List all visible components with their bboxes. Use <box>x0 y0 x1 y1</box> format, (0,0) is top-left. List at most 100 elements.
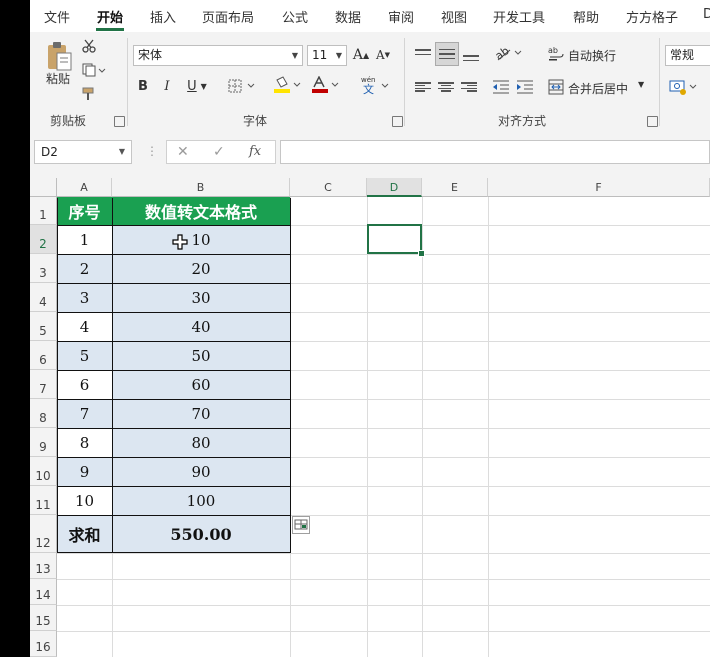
row-header[interactable]: 5 <box>30 312 57 341</box>
row-header[interactable]: 4 <box>30 283 57 312</box>
row-header[interactable]: 14 <box>30 579 57 605</box>
column-header-e[interactable]: E <box>422 178 488 197</box>
merge-center-icon-box[interactable] <box>547 78 565 96</box>
value-cell[interactable]: 100 <box>112 486 290 515</box>
fill-handle[interactable] <box>418 250 425 257</box>
bottom-align-button[interactable] <box>460 44 482 66</box>
value-cell[interactable]: 40 <box>112 312 290 341</box>
seq-cell[interactable]: 8 <box>57 428 112 457</box>
row-header[interactable]: 16 <box>30 631 57 657</box>
seq-cell[interactable]: 5 <box>57 341 112 370</box>
column-header-d[interactable]: D <box>367 178 422 197</box>
sum-value-cell[interactable]: 550.00 <box>112 515 290 553</box>
seq-cell[interactable]: 10 <box>57 486 112 515</box>
tab-data[interactable]: 数据 <box>335 7 361 26</box>
row-header[interactable]: 9 <box>30 428 57 457</box>
wrap-text-icon-box[interactable]: ab <box>548 44 564 62</box>
cancel-icon[interactable]: ✕ <box>177 141 189 163</box>
font-name-select[interactable]: 宋体 ▼ <box>133 45 303 66</box>
value-cell[interactable]: 90 <box>112 457 290 486</box>
value-cell[interactable]: 20 <box>112 254 290 283</box>
insert-function-icon[interactable]: fx <box>249 141 261 163</box>
format-painter-button[interactable] <box>80 85 98 103</box>
tab-page-layout[interactable]: 页面布局 <box>202 7 254 26</box>
row-header[interactable]: 11 <box>30 486 57 515</box>
formula-input[interactable] <box>280 140 710 164</box>
tab-insert[interactable]: 插入 <box>150 7 176 26</box>
accounting-format-button[interactable] <box>667 76 701 98</box>
seq-cell[interactable]: 2 <box>57 254 112 283</box>
seq-cell[interactable]: 6 <box>57 370 112 399</box>
value-cell[interactable]: 50 <box>112 341 290 370</box>
value-cell[interactable]: 30 <box>112 283 290 312</box>
row-header[interactable]: 12 <box>30 515 57 553</box>
phonetic-guide-button[interactable]: wén 文 <box>358 74 392 96</box>
font-size-select[interactable]: 11 ▼ <box>307 45 347 66</box>
value-cell[interactable]: 70 <box>112 399 290 428</box>
seq-cell[interactable]: 9 <box>57 457 112 486</box>
value-cell[interactable]: 10 <box>112 225 290 254</box>
middle-align-button[interactable] <box>435 42 459 66</box>
row-header[interactable]: 13 <box>30 553 57 579</box>
header-cell-value[interactable]: 数值转文本格式 <box>112 197 290 225</box>
row-header[interactable]: 10 <box>30 457 57 486</box>
tab-help[interactable]: 帮助 <box>573 7 599 26</box>
font-launcher-icon[interactable]: . <box>392 116 403 127</box>
drag-handle-icon[interactable]: ⋮ <box>146 144 158 158</box>
row-header[interactable]: 15 <box>30 605 57 631</box>
seq-cell[interactable]: 4 <box>57 312 112 341</box>
align-center-button[interactable] <box>435 76 457 98</box>
value-cell[interactable]: 80 <box>112 428 290 457</box>
column-header-a[interactable]: A <box>57 178 112 197</box>
tab-view[interactable]: 视图 <box>441 7 467 26</box>
clipboard-launcher-icon[interactable]: . <box>114 116 125 127</box>
fill-color-button[interactable] <box>272 74 304 96</box>
merge-center-label[interactable]: 合并后居中 <box>568 80 628 97</box>
column-header-c[interactable]: C <box>290 178 367 197</box>
value-cell[interactable]: 60 <box>112 370 290 399</box>
tab-formulas[interactable]: 公式 <box>282 7 308 26</box>
cut-button[interactable] <box>80 37 98 55</box>
tab-home[interactable]: 开始 <box>97 7 123 26</box>
copy-button[interactable] <box>80 61 108 79</box>
tab-review[interactable]: 审阅 <box>388 7 414 26</box>
row-header[interactable]: 7 <box>30 370 57 399</box>
grow-font-button[interactable]: A ▲ <box>352 45 370 65</box>
sum-label-cell[interactable]: 求和 <box>57 515 112 553</box>
align-right-button[interactable] <box>458 76 480 98</box>
font-color-button[interactable] <box>310 74 342 96</box>
tab-more[interactable]: D <box>703 7 710 22</box>
row-header[interactable]: 8 <box>30 399 57 428</box>
active-cell-d2[interactable] <box>367 224 422 254</box>
number-format-select[interactable]: 常规 <box>665 45 710 66</box>
enter-icon[interactable]: ✓ <box>213 141 225 163</box>
paste-button[interactable] <box>44 38 74 74</box>
shrink-font-button[interactable]: A ▼ <box>374 45 392 65</box>
border-button[interactable] <box>226 76 260 96</box>
tab-file[interactable]: 文件 <box>44 7 70 26</box>
column-header-b[interactable]: B <box>112 178 290 197</box>
alignment-launcher-icon[interactable]: . <box>647 116 658 127</box>
row-header[interactable]: 3 <box>30 254 57 283</box>
chevron-down-icon[interactable]: ▼ <box>638 80 644 89</box>
seq-cell[interactable]: 1 <box>57 225 112 254</box>
name-box[interactable]: D2 ▼ <box>34 140 132 164</box>
bold-button[interactable]: B <box>134 76 152 96</box>
align-left-button[interactable] <box>412 76 434 98</box>
wrap-text-label[interactable]: 自动换行 <box>568 47 616 64</box>
tab-developer[interactable]: 开发工具 <box>493 7 545 26</box>
increase-indent-button[interactable] <box>514 76 536 98</box>
row-header[interactable]: 2 <box>30 225 57 254</box>
decrease-indent-button[interactable] <box>490 76 512 98</box>
top-align-button[interactable] <box>412 44 434 66</box>
row-header[interactable]: 6 <box>30 341 57 370</box>
orientation-button[interactable]: ab <box>492 42 526 64</box>
select-all-corner[interactable] <box>30 178 57 197</box>
underline-button[interactable]: U ▼ <box>182 76 212 96</box>
column-header-f[interactable]: F <box>488 178 710 197</box>
row-header[interactable]: 1 <box>30 197 57 225</box>
italic-button[interactable]: I <box>158 76 176 96</box>
seq-cell[interactable]: 7 <box>57 399 112 428</box>
quick-analysis-icon[interactable] <box>292 516 310 534</box>
tab-fangfang[interactable]: 方方格子 <box>626 7 678 26</box>
